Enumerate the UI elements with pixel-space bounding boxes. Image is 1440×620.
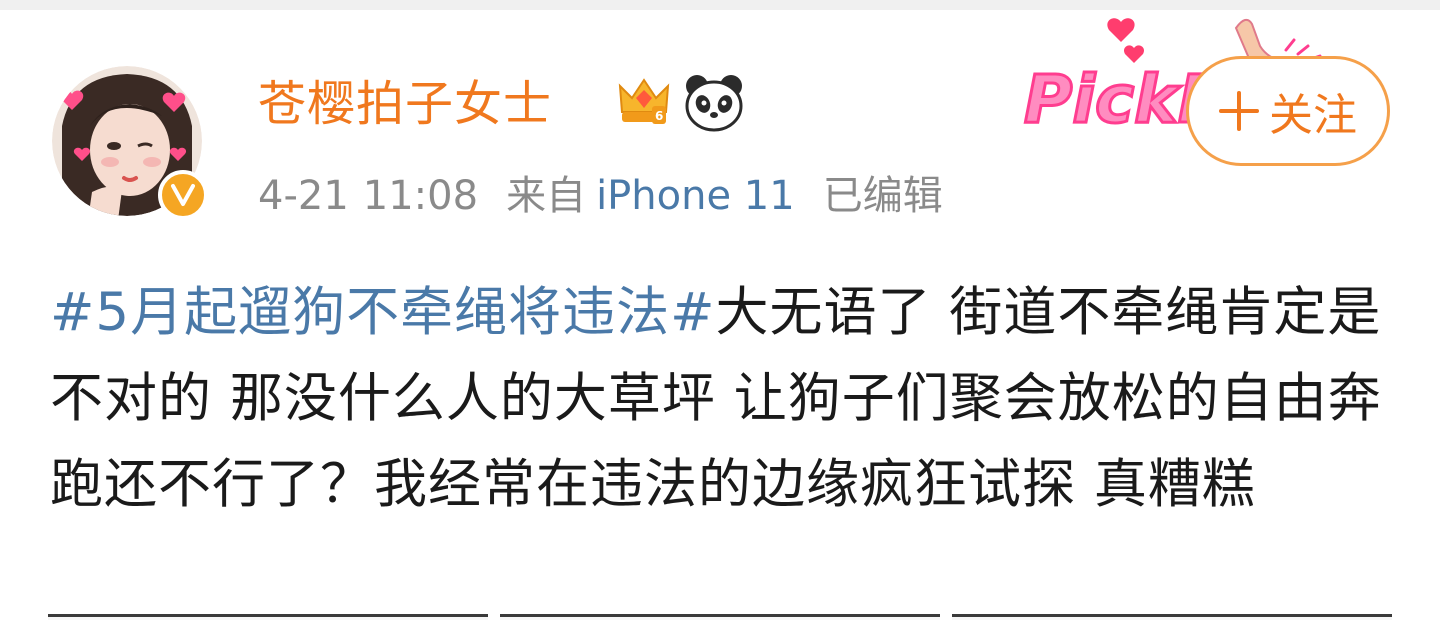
source-label: 来自: [506, 173, 587, 219]
post-image-thumbnail[interactable]: [500, 614, 940, 620]
post-timestamp: 4-21 11:08: [258, 173, 478, 219]
follow-button[interactable]: 关注: [1186, 56, 1390, 166]
top-divider-strip: [0, 0, 1440, 10]
post-body-text: #5月起遛狗不牵绳将违法#大无语了 街道不牵绳肯定是不对的 那没什么人的大草坪 …: [50, 270, 1400, 528]
svg-text:6: 6: [655, 109, 663, 123]
post-image-thumbnail[interactable]: [952, 614, 1392, 620]
panda-icon[interactable]: [683, 72, 745, 134]
verified-v-icon: [158, 170, 208, 220]
post-date: 4-21: [258, 173, 349, 219]
heart-icon: [1107, 18, 1135, 42]
source-device-link[interactable]: iPhone 11: [596, 173, 795, 219]
plus-icon: [1219, 91, 1259, 131]
post-image-thumbnail[interactable]: [48, 614, 488, 620]
post-image-strip: [48, 614, 1392, 620]
edited-label[interactable]: 已编辑: [823, 173, 943, 219]
post-time: 11:08: [362, 173, 479, 219]
avatar[interactable]: [52, 66, 212, 226]
follow-button-label: 关注: [1269, 90, 1357, 141]
username[interactable]: 苍樱拍子女士: [258, 74, 552, 134]
crown-level-6-icon[interactable]: 6: [614, 72, 674, 132]
weibo-post-card: PickMe 苍樱拍子女士 6 4-21 11:08 来自 iPhone 11 …: [0, 10, 1440, 620]
hashtag-link[interactable]: #5月起遛狗不牵绳将违法#: [50, 282, 716, 343]
post-meta-row: 4-21 11:08 来自 iPhone 11 已编辑: [258, 170, 971, 222]
